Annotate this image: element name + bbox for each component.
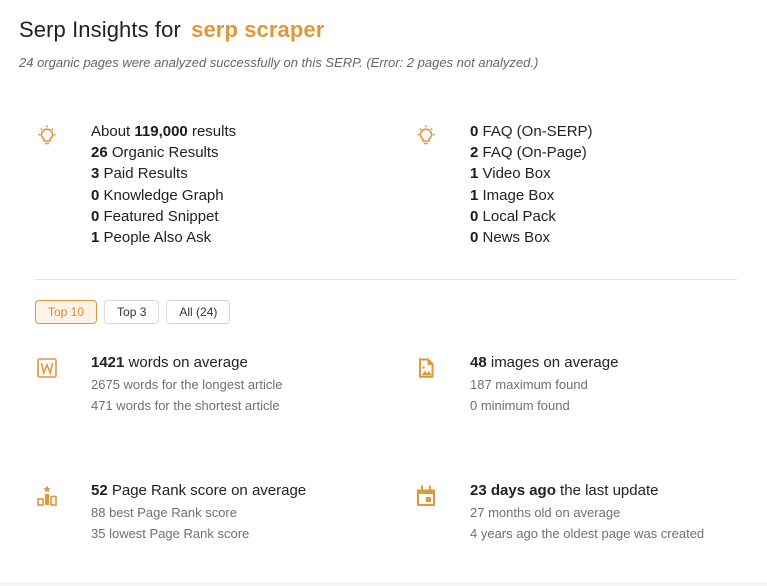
stat-main: 1421 words on average: [91, 354, 248, 371]
bottom-edge: [0, 582, 767, 586]
calendar-icon: [414, 484, 438, 508]
stat-sub: 0 minimum found: [470, 398, 570, 413]
stat-sub: 27 months old on average: [470, 505, 621, 520]
serp-feature-item: 1 Image Box: [470, 186, 555, 204]
analysis-summary: 24 organic pages were analyzed successfu…: [19, 55, 539, 70]
keyword: serp scraper: [191, 17, 325, 42]
serp-feature-item: 0 News Box: [470, 229, 551, 247]
lightbulb-icon: [414, 124, 438, 148]
serp-feature-item: 26 Organic Results: [91, 144, 219, 162]
serp-feature-item: 2 FAQ (On-Page): [470, 144, 587, 162]
page-title: Serp Insights for serp scraper: [19, 17, 324, 43]
serp-feature-item: 0 FAQ (On-SERP): [470, 123, 593, 140]
stat-sub: 2675 words for the longest article: [91, 377, 283, 392]
serp-feature-item: 0 Featured Snippet: [91, 207, 219, 225]
serp-feature-item: 3 Paid Results: [91, 165, 188, 183]
tab-top-3[interactable]: Top 3: [104, 300, 160, 324]
stat-sub: 35 lowest Page Rank score: [91, 526, 250, 541]
section-divider: [34, 279, 737, 280]
stat-sub: 88 best Page Rank score: [91, 505, 237, 520]
word-count-icon: [35, 356, 59, 380]
tab-all[interactable]: All (24): [166, 300, 231, 324]
podium-icon: [35, 484, 59, 508]
stat-main: 23 days ago the last update: [470, 482, 659, 499]
image-file-icon: [414, 356, 438, 380]
stat-main: 52 Page Rank score on average: [91, 482, 307, 499]
serp-feature-item: 0 Knowledge Graph: [91, 186, 224, 204]
serp-feature-item: 0 Local Pack: [470, 207, 556, 225]
lightbulb-icon: [35, 124, 59, 148]
stat-sub: 187 maximum found: [470, 377, 588, 392]
serp-feature-item: 1 People Also Ask: [91, 229, 212, 247]
stat-sub: 471 words for the shortest article: [91, 398, 280, 413]
title-prefix: Serp Insights for: [19, 17, 181, 42]
tab-top-10[interactable]: Top 10: [35, 300, 98, 324]
stat-main: 48 images on average: [470, 354, 619, 371]
serp-feature-item: 1 Video Box: [470, 165, 551, 183]
range-tabs: Top 10 Top 3 All (24): [35, 300, 231, 324]
stat-sub: 4 years ago the oldest page was created: [470, 526, 705, 541]
serp-feature-item: About 119,000 results: [91, 123, 237, 140]
